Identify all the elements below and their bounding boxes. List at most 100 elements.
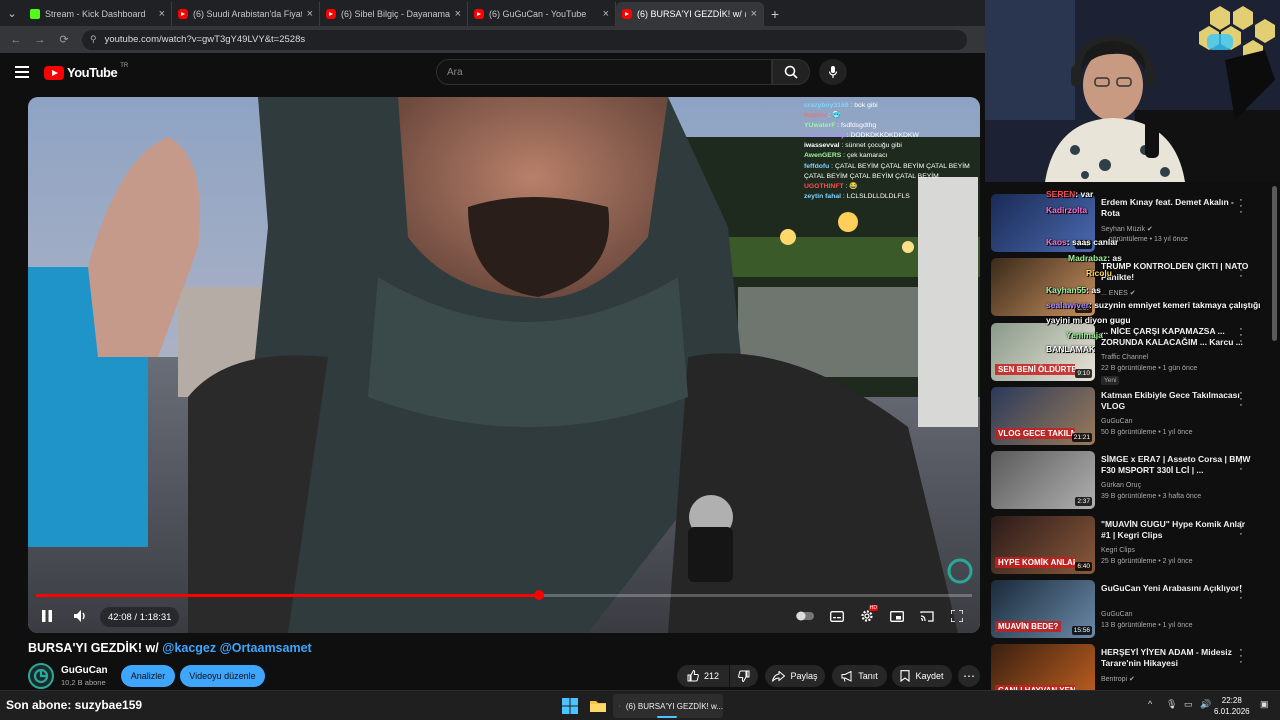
chat-text: LCLSLDLLDLDLFLS [846, 192, 910, 200]
recommendation-item[interactable]: MUAVİN BEDE? 15:56 GuGuCan Yeni Arabasını … [991, 579, 1276, 640]
notifications-icon[interactable]: ▣ [1260, 699, 1269, 710]
chat-username: feffdofu [804, 162, 830, 170]
browser-tab[interactable]: (6) GuGuCan - YouTube × [468, 2, 616, 26]
tray-chevron-icon[interactable]: ^ [1148, 699, 1152, 709]
more-vertical-icon[interactable]: · · · [1237, 259, 1245, 282]
recommendation-item[interactable]: SEN BENİ ÖLDÜRTECEK MİSİN9:10 ... NİCE ÇA… [991, 322, 1276, 385]
system-clock[interactable]: 22:28 6.01.2026 [1214, 695, 1250, 717]
save-button[interactable]: Kaydet [892, 665, 952, 687]
recommendation-title[interactable]: SİMGE x ERA7 | Asseto Corsa | BMW F30 MS… [1101, 454, 1251, 476]
browser-tab[interactable]: (6) BURSA'YI GEZDİK! w/ @kac × [616, 2, 764, 26]
autoplay-toggle[interactable] [794, 602, 816, 630]
browser-tab[interactable]: Stream - Kick Dashboard × [24, 2, 172, 26]
analytics-button[interactable]: Analizler [121, 665, 175, 687]
search-button[interactable] [772, 59, 810, 85]
video-thumbnail[interactable]: HYPE KOMİK ANLAR 6:40 [991, 515, 1095, 574]
edit-video-button[interactable]: Videoyu düzenle [180, 665, 265, 687]
recommendation-channel[interactable]: Traffic Channel [1101, 354, 1148, 361]
video-thumbnail[interactable]: MUAVİN BEDE? 15:56 [991, 579, 1095, 638]
more-actions-button[interactable]: ⋯ [958, 665, 980, 687]
close-tab-icon[interactable]: × [159, 8, 165, 20]
youtube-logo[interactable]: YouTube TR [44, 63, 128, 80]
stream-chat-overlay: crazyboy3169 : bok gibi Haplex : 🥶 YUwater… [804, 101, 980, 202]
recommendation-title[interactable]: "MUAVİN GUGU" Hype Komik Anlar #1 | Kegr… [1101, 519, 1251, 541]
more-vertical-icon[interactable]: · · · [1237, 195, 1245, 218]
sidebar-scrollbar[interactable] [1272, 186, 1277, 341]
miniplayer-button[interactable] [886, 602, 908, 630]
video-title-text: BURSA'YI GEZDİK! w/ [28, 641, 159, 655]
url-field[interactable]: ⚲ youtube.com/watch?v=gwT3gY49LVY&t=2528… [82, 29, 967, 50]
cast-button[interactable] [916, 602, 938, 630]
recommendation-item[interactable]: 2:37 SİMGE x ERA7 | Asseto Corsa | BMW F3… [991, 451, 1276, 511]
video-player[interactable]: crazyboy3169 : bok gibi Haplex : 🥶 YUwater… [28, 97, 980, 633]
video-title-mentions[interactable]: @kacgez @Ortaamsamet [162, 641, 311, 655]
share-button[interactable]: Paylaş [765, 665, 825, 687]
video-thumbnail[interactable]: CANLI HAYVAN YEMEK? [991, 644, 1095, 690]
more-vertical-icon[interactable]: · · · [1237, 387, 1245, 410]
site-info-icon[interactable]: ⚲ [90, 34, 97, 45]
more-vertical-icon[interactable]: · · · [1237, 580, 1245, 603]
promote-button[interactable]: Tanıt [832, 665, 887, 687]
recommendation-channel[interactable]: GuGuCan [1101, 418, 1133, 425]
recommendation-title[interactable]: Katman Ekibiyle Gece Takılmacası VLOG [1101, 390, 1251, 412]
recommendation-channel[interactable]: Bentropi ✔ [1101, 675, 1135, 683]
recommendation-channel[interactable]: ... ENES ✔ [1101, 289, 1136, 297]
new-tab-button[interactable]: + [764, 2, 786, 26]
recommendation-meta: 13 B görüntüleme • 1 yıl önce [1101, 621, 1193, 629]
recommendation-item[interactable]: VLOG GECE TAKILMASI21:21 Katman Ekibiyle … [991, 386, 1276, 447]
recommendation-item[interactable]: CANLI HAYVAN YEMEK? HERŞEYİ YİYEN ADAM - … [991, 644, 1276, 690]
recommendation-channel[interactable]: GuGuCan [1101, 611, 1133, 618]
close-tab-icon[interactable]: × [307, 8, 313, 20]
browser-tab[interactable]: (6) Suudi Arabistan'da Fiyatlar × [172, 2, 320, 26]
recommendation-channel[interactable]: Gürkan Oruç [1101, 482, 1141, 489]
overlay-chat-message: Yenimaja [1066, 330, 1103, 340]
chat-username: UGGTHINFT [804, 182, 844, 190]
search-input[interactable]: Ara [436, 59, 772, 85]
microphone-tray-icon[interactable]: 🎙 [1166, 699, 1177, 710]
recommendation-title[interactable]: ... NİCE ÇARŞI KAPAMAZSA ... ZORUNDA KAL… [1101, 326, 1251, 348]
progress-scrubber[interactable] [533, 590, 544, 600]
channel-name[interactable]: GuGuCan [61, 665, 108, 676]
progress-bar[interactable] [36, 590, 972, 600]
fullscreen-button[interactable] [946, 602, 968, 630]
pause-button[interactable] [36, 602, 58, 630]
subtitles-button[interactable] [826, 602, 848, 630]
video-thumbnail[interactable]: VLOG GECE TAKILMASI21:21 [991, 386, 1095, 445]
close-tab-icon[interactable]: × [455, 8, 461, 20]
file-explorer-icon[interactable] [589, 697, 607, 715]
channel-avatar[interactable] [28, 663, 54, 689]
recommendation-title[interactable]: TRUMP KONTROLDEN ÇIKTI | NATO Panikte! [1101, 261, 1251, 283]
close-tab-icon[interactable]: × [603, 8, 609, 20]
more-vertical-icon[interactable]: · · · [1237, 645, 1245, 668]
speaker-icon[interactable]: 🔊 [1200, 699, 1211, 710]
menu-icon[interactable] [15, 66, 29, 78]
video-thumbnail[interactable]: 2:37 [991, 451, 1095, 510]
recommendation-title[interactable]: Erdem Kınay feat. Demet Akalın - Rota [1101, 197, 1251, 219]
recommendation-title[interactable]: GuGuCan Yeni Arabasını Açıklıyor! [1101, 583, 1251, 594]
settings-button[interactable]: HD [856, 602, 878, 630]
taskbar-chrome-app[interactable]: (6) BURSA'YI GEZDİK! w... [613, 694, 723, 718]
volume-button[interactable] [70, 602, 92, 630]
network-icon[interactable]: ▭ [1184, 699, 1193, 710]
browser-tab[interactable]: (6) Sibel Bilgiç - Dayanamam B × [320, 2, 468, 26]
thumbnail-caption: SEN BENİ ÖLDÜRTECEK MİSİN [995, 363, 1075, 375]
chat-username: Haplex [804, 112, 827, 120]
more-vertical-icon[interactable]: · · · [1237, 323, 1245, 346]
close-tab-icon[interactable]: × [751, 8, 757, 20]
like-button[interactable]: 212 [677, 665, 729, 687]
recommendation-item[interactable]: 3:48 Erdem Kınay feat. Demet Akalın - Rot… [991, 194, 1276, 254]
recommendation-item[interactable]: HYPE KOMİK ANLAR 6:40 "MUAVİN GUGU" Hype K… [991, 515, 1276, 576]
back-icon[interactable]: ← [4, 34, 28, 46]
more-vertical-icon[interactable]: · · · [1237, 452, 1245, 475]
recommendation-channel[interactable]: Kegri Clips [1101, 547, 1135, 554]
voice-search-button[interactable] [819, 59, 847, 85]
more-vertical-icon[interactable]: · · · [1237, 516, 1245, 539]
recommendation-channel[interactable]: Seyhan Müzik ✔ [1101, 225, 1153, 233]
tab-search-icon[interactable]: ⌄ [0, 0, 24, 26]
reload-icon[interactable]: ⟳ [52, 33, 76, 46]
start-menu-icon[interactable] [561, 697, 579, 715]
forward-icon[interactable]: → [28, 34, 52, 46]
recommendation-title[interactable]: HERŞEYİ YİYEN ADAM - Midesiz Tarare'nin … [1101, 647, 1251, 669]
dislike-button[interactable] [730, 665, 758, 687]
time-display: 42:08 / 1:18:31 [100, 607, 180, 627]
